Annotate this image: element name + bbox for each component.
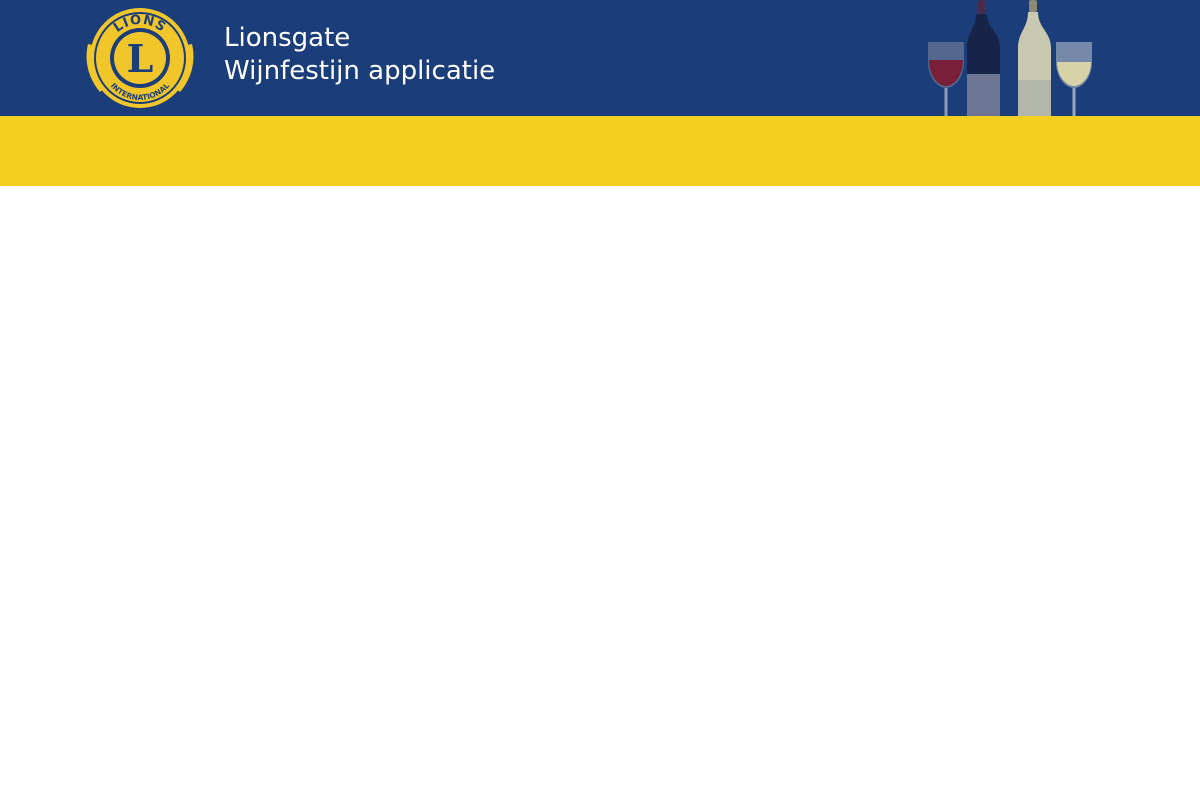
wine-bottles-and-glasses-icon: [928, 0, 1092, 116]
lions-international-logo-icon: L LIONS INTERNATIONAL: [86, 8, 194, 108]
main-content-area: [0, 186, 1200, 800]
title-line-2: Wijnfestijn applicatie: [224, 56, 496, 86]
logo-letter: L: [127, 36, 154, 81]
title-line-1: Lionsgate: [224, 23, 351, 53]
app-title: Lionsgate Wijnfestijn applicatie: [224, 22, 495, 88]
yellow-nav-band: [0, 116, 1200, 186]
app-header: L LIONS INTERNATIONAL Lionsgate Wijnfest…: [0, 0, 1200, 116]
